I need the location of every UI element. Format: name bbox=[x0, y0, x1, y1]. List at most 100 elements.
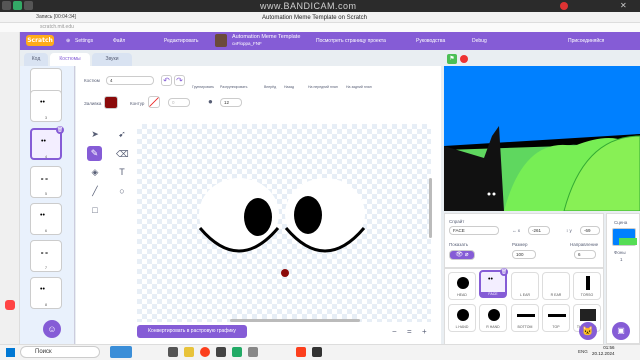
forward-button[interactable]: Вперёд bbox=[264, 85, 276, 89]
redo-icon[interactable]: ↷ bbox=[174, 75, 185, 86]
language-indicator[interactable]: ENG bbox=[578, 349, 588, 354]
undo-icon[interactable]: ↶ bbox=[161, 75, 172, 86]
fill-tool-icon[interactable]: ◈ bbox=[89, 166, 101, 178]
backward-button[interactable]: Назад bbox=[284, 85, 294, 89]
front-button[interactable]: На передний план bbox=[308, 85, 338, 89]
costume-thumb[interactable]: ∘∘ 5 bbox=[30, 166, 62, 198]
back-button[interactable]: На задний план bbox=[346, 85, 372, 89]
taskbar-app-icon[interactable] bbox=[168, 347, 178, 357]
debug-menu[interactable]: Debug bbox=[472, 38, 487, 44]
zoom-in-icon[interactable]: + bbox=[422, 327, 427, 336]
tab-costumes[interactable]: Костюмы bbox=[50, 53, 90, 66]
ungroup-button[interactable]: Разгруппировать bbox=[220, 85, 247, 89]
canvas-vertical-scrollbar[interactable] bbox=[429, 178, 432, 238]
stage-thumbnail[interactable] bbox=[612, 228, 637, 246]
recording-label: Запись [00:04:34] bbox=[36, 14, 77, 20]
zoom-out-icon[interactable]: − bbox=[392, 327, 397, 336]
brush-icon: ● bbox=[208, 97, 213, 106]
text-tool-icon[interactable]: T bbox=[116, 166, 128, 178]
costume-thumb[interactable]: •• 6 bbox=[30, 203, 62, 235]
select-tool-icon[interactable]: ➤ bbox=[89, 128, 101, 140]
green-flag-icon[interactable]: ⚑ bbox=[447, 54, 457, 64]
circle-tool-icon[interactable]: ○ bbox=[116, 185, 128, 197]
drawing-canvas[interactable] bbox=[137, 124, 431, 322]
app-tab-icon[interactable] bbox=[24, 1, 33, 10]
fill-label: Заливка bbox=[84, 101, 102, 106]
zoom-reset-icon[interactable]: = bbox=[407, 327, 412, 336]
sprite-thumb[interactable]: HEAD bbox=[448, 272, 476, 300]
outline-width-input[interactable]: 0 bbox=[168, 98, 190, 107]
app-tab-icon[interactable] bbox=[13, 1, 22, 10]
see-project-page-button[interactable]: Посмотреть страницу проекта bbox=[316, 38, 386, 44]
reshape-tool-icon[interactable]: ➹ bbox=[116, 128, 128, 140]
brush-tool-icon[interactable]: ✎ bbox=[87, 146, 102, 161]
taskbar-app-icon[interactable] bbox=[232, 347, 242, 357]
record-icon[interactable] bbox=[560, 2, 568, 10]
group-button[interactable]: Группировать bbox=[192, 85, 214, 89]
direction-input[interactable]: 6 bbox=[574, 250, 596, 259]
x-input[interactable]: -261 bbox=[528, 226, 550, 235]
tab-code[interactable]: Код bbox=[24, 53, 48, 66]
globe-icon[interactable]: ⊕ bbox=[66, 38, 70, 44]
file-menu[interactable]: Файл bbox=[113, 38, 125, 44]
outline-label: Контур bbox=[130, 101, 145, 106]
project-title[interactable]: Automation Meme Template bbox=[232, 34, 300, 40]
address-row bbox=[0, 23, 640, 32]
bandicam-watermark: www.BANDICAM.com bbox=[260, 1, 357, 11]
line-tool-icon[interactable]: ╱ bbox=[89, 185, 101, 197]
sprite-name-input[interactable]: FACE bbox=[449, 226, 499, 235]
settings-menu[interactable]: Settings bbox=[75, 38, 93, 44]
join-link[interactable]: Присоединяйся bbox=[568, 38, 604, 44]
backdrops-label: Фоны bbox=[614, 250, 626, 255]
canvas-horizontal-scrollbar[interactable] bbox=[230, 319, 360, 322]
sprite-thumb[interactable]: L EAR bbox=[511, 272, 539, 300]
size-input[interactable]: 100 bbox=[512, 250, 536, 259]
close-icon[interactable]: ✕ bbox=[620, 1, 627, 10]
delete-sprite-icon[interactable]: 🗑 bbox=[500, 268, 508, 276]
convert-to-bitmap-button[interactable]: Конвертировать в растровую графику bbox=[137, 325, 247, 338]
costume-name-input[interactable]: 4 bbox=[106, 76, 154, 85]
visibility-toggle[interactable]: 👁 ⌀ bbox=[449, 250, 475, 260]
add-sprite-button[interactable]: 🐱 bbox=[579, 322, 597, 340]
stop-icon[interactable] bbox=[460, 55, 468, 63]
sprite-thumb[interactable]: L HAND bbox=[448, 304, 476, 332]
yandex-browser-icon[interactable] bbox=[296, 347, 306, 357]
delete-costume-icon[interactable]: 🗑 bbox=[56, 126, 64, 134]
address-bar[interactable]: scratch.mit.edu bbox=[40, 24, 74, 30]
sprite-thumb[interactable]: R EAR bbox=[542, 272, 570, 300]
sprite-thumb[interactable]: BOTTOM bbox=[511, 304, 539, 332]
add-backdrop-button[interactable]: ▣ bbox=[612, 322, 630, 340]
costume-thumb[interactable]: •• 8 bbox=[30, 277, 62, 309]
clock-date: 20.12.2024 bbox=[592, 351, 615, 356]
sprite-thumb[interactable]: R HAND bbox=[479, 304, 507, 332]
taskbar-app-icon[interactable] bbox=[216, 347, 226, 357]
fill-color-swatch[interactable] bbox=[104, 96, 118, 109]
outline-color-swatch[interactable] bbox=[148, 96, 160, 108]
browser-sidebar-icon[interactable] bbox=[5, 300, 15, 310]
tab-sounds[interactable]: Звуки bbox=[92, 53, 132, 66]
add-costume-button[interactable]: ☺ bbox=[43, 320, 61, 338]
edit-menu[interactable]: Редактировать bbox=[164, 38, 199, 44]
costume-thumb[interactable]: ∘∘ 7 bbox=[30, 240, 62, 272]
app-tab-icon[interactable] bbox=[2, 1, 11, 10]
y-input[interactable]: -69 bbox=[580, 226, 600, 235]
clock[interactable]: 01:56 20.12.2024 bbox=[592, 345, 615, 357]
taskbar-app-icon[interactable] bbox=[312, 347, 322, 357]
left-pupil bbox=[244, 198, 272, 236]
taskbar-widget-icon[interactable] bbox=[110, 346, 132, 358]
costume-thumb[interactable]: •• 3 bbox=[30, 90, 62, 122]
sprite-thumb[interactable]: TOP bbox=[542, 304, 570, 332]
windows-start-icon[interactable] bbox=[6, 348, 15, 357]
tutorials-menu[interactable]: Руководства bbox=[416, 38, 445, 44]
rectangle-tool-icon[interactable]: □ bbox=[89, 204, 101, 216]
brush-size-input[interactable]: 12 bbox=[220, 98, 242, 107]
sprite-thumb[interactable]: TORSO bbox=[573, 272, 601, 300]
stage-canvas[interactable] bbox=[444, 66, 640, 211]
scratch-logo[interactable]: Scratch bbox=[26, 35, 54, 46]
taskbar-app-icon[interactable] bbox=[248, 347, 258, 357]
costume-name-label: Костюм bbox=[84, 78, 100, 83]
yandex-icon[interactable] bbox=[200, 347, 210, 357]
folder-icon[interactable] bbox=[184, 347, 194, 357]
taskbar-search[interactable]: Поиск bbox=[20, 346, 100, 358]
eraser-tool-icon[interactable]: ⌫ bbox=[116, 148, 129, 160]
